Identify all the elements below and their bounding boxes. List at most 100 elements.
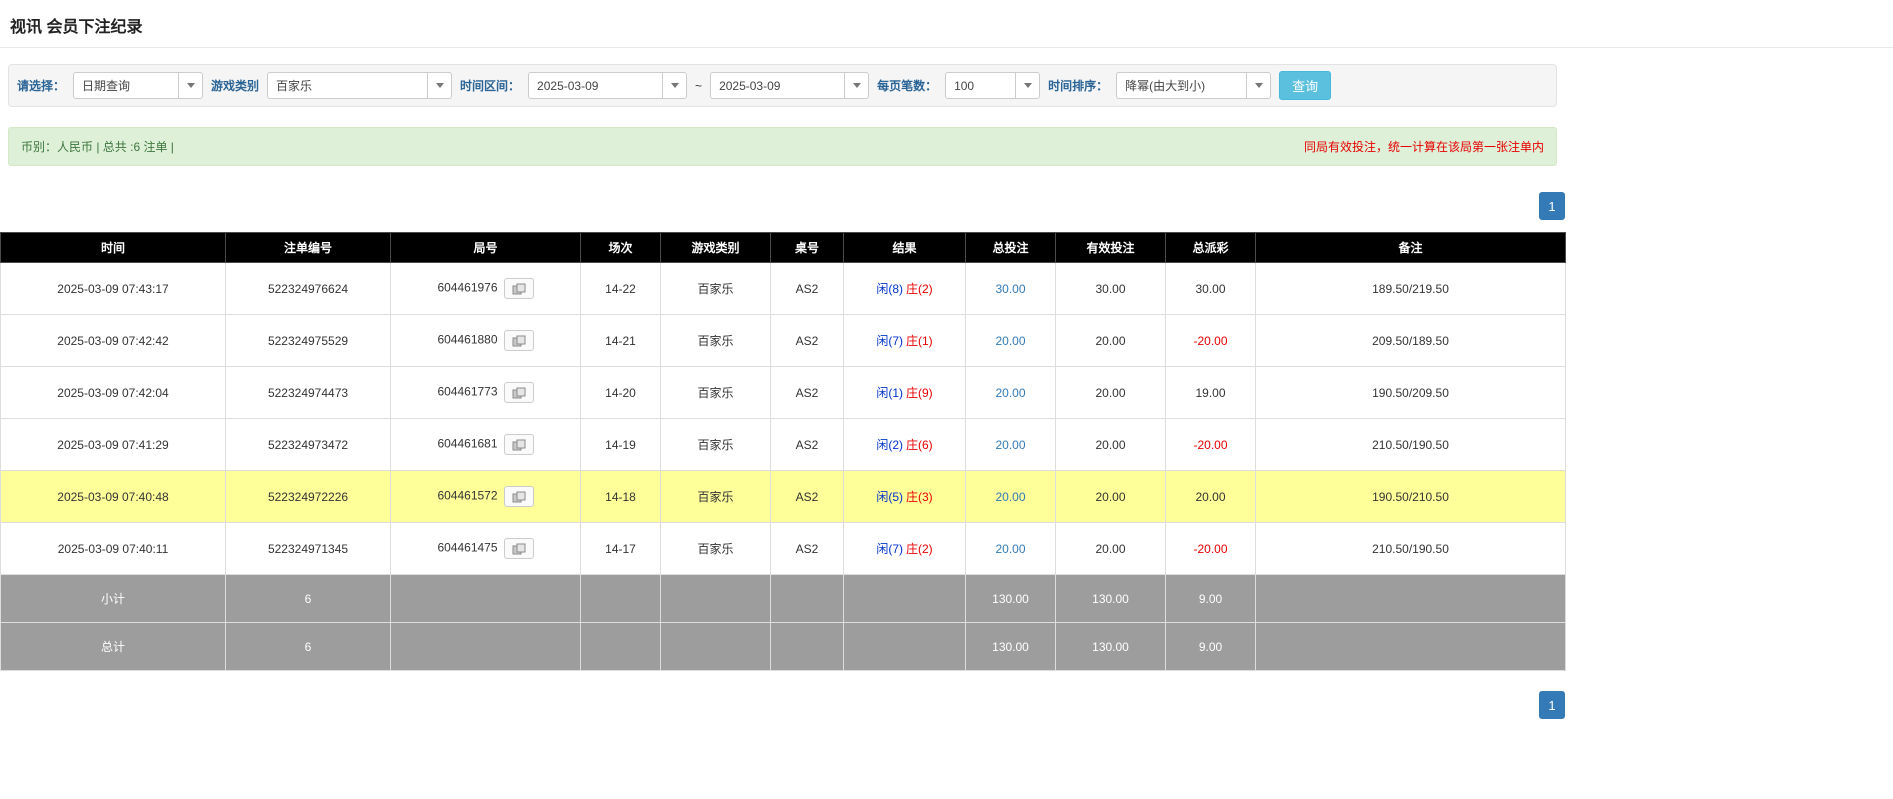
result-banker: 庄(1): [906, 334, 933, 348]
cell-note: 210.50/190.50: [1255, 522, 1566, 575]
cell-payout: 30.00: [1165, 262, 1256, 315]
result-banker: 庄(9): [906, 386, 933, 400]
cards-icon: [512, 283, 526, 294]
cell-game: 百家乐: [660, 418, 771, 471]
select-mode-label: 请选择：: [17, 79, 66, 93]
cell-result: 闲(8) 庄(2): [843, 262, 966, 315]
cell-table-no: AS2: [770, 470, 844, 523]
total-bet-link[interactable]: 20.00: [995, 542, 1025, 556]
subtotal-count: 6: [225, 574, 391, 623]
dropdown-caret[interactable]: [844, 72, 870, 99]
cell-session: 14-20: [580, 366, 661, 419]
date-mode-value[interactable]: 日期查询: [73, 72, 179, 99]
cell-valid-bet: 20.00: [1055, 522, 1166, 575]
date-mode-select[interactable]: 日期查询: [73, 72, 204, 99]
dropdown-caret[interactable]: [1015, 72, 1041, 99]
cell-valid-bet: 30.00: [1055, 262, 1166, 315]
col-table-no: 桌号: [770, 232, 844, 263]
per-page-value[interactable]: 100: [945, 72, 1016, 99]
date-from-select[interactable]: 2025-03-09: [528, 72, 688, 99]
page-1-button[interactable]: 1: [1539, 691, 1565, 719]
round-video-button[interactable]: [503, 486, 534, 507]
empty-cell: [1255, 622, 1566, 671]
table-row: 2025-03-09 07:43:17 522324976624 6044619…: [0, 262, 1566, 315]
table-row: 2025-03-09 07:40:11 522324971345 6044614…: [0, 522, 1566, 575]
table-row: 2025-03-09 07:42:04 522324974473 6044617…: [0, 366, 1566, 419]
empty-cell: [390, 622, 581, 671]
round-id: 604461475: [437, 540, 498, 555]
dropdown-caret[interactable]: [178, 72, 204, 99]
cell-session: 14-22: [580, 262, 661, 315]
cell-table-no: AS2: [770, 366, 844, 419]
cell-result: 闲(7) 庄(1): [843, 314, 966, 367]
cell-result: 闲(5) 庄(3): [843, 470, 966, 523]
total-bet-link[interactable]: 20.00: [995, 334, 1025, 348]
empty-cell: [660, 574, 771, 623]
cell-table-no: AS2: [770, 262, 844, 315]
round-id: 604461880: [437, 332, 498, 347]
cell-bet-id: 522324971345: [225, 522, 391, 575]
dropdown-caret[interactable]: [662, 72, 688, 99]
col-bet-id: 注单编号: [225, 232, 391, 263]
cell-game: 百家乐: [660, 470, 771, 523]
title-bar: 视讯 会员下注纪录: [0, 0, 1893, 48]
cell-bet-id: 522324973472: [225, 418, 391, 471]
cell-time: 2025-03-09 07:43:17: [0, 262, 226, 315]
table-header-row: 时间 注单编号 局号 场次 游戏类别 桌号 结果 总投注 有效投注 总派彩 备注: [0, 232, 1566, 263]
empty-cell: [843, 574, 966, 623]
cell-result: 闲(7) 庄(2): [843, 522, 966, 575]
search-button[interactable]: 查询: [1279, 71, 1332, 100]
round-video-button[interactable]: [503, 434, 534, 455]
cell-table-no: AS2: [770, 522, 844, 575]
date-range-separator: ~: [695, 78, 703, 93]
page-1-button[interactable]: 1: [1539, 192, 1565, 220]
cards-icon: [512, 439, 526, 450]
chevron-down-icon: [852, 83, 861, 88]
dropdown-caret[interactable]: [427, 72, 453, 99]
chevron-down-icon: [670, 83, 679, 88]
date-to-select[interactable]: 2025-03-09: [710, 72, 870, 99]
total-bet-link[interactable]: 20.00: [995, 490, 1025, 504]
chevron-down-icon: [435, 83, 444, 88]
col-game-type: 游戏类别: [660, 232, 771, 263]
cell-total-bet: 20.00: [965, 314, 1056, 367]
total-bet-link[interactable]: 30.00: [995, 282, 1025, 296]
cell-table-no: AS2: [770, 314, 844, 367]
total-count: 6: [225, 622, 391, 671]
round-video-button[interactable]: [503, 278, 534, 299]
game-type-value[interactable]: 百家乐: [267, 72, 428, 99]
page-title: 视讯 会员下注纪录: [10, 19, 143, 36]
cell-time: 2025-03-09 07:40:11: [0, 522, 226, 575]
round-video-button[interactable]: [503, 382, 534, 403]
round-id: 604461681: [437, 436, 498, 451]
per-page-select[interactable]: 100: [945, 72, 1041, 99]
cell-table-no: AS2: [770, 418, 844, 471]
cell-valid-bet: 20.00: [1055, 366, 1166, 419]
col-note: 备注: [1255, 232, 1566, 263]
game-type-select[interactable]: 百家乐: [267, 72, 453, 99]
date-to-value[interactable]: 2025-03-09: [710, 72, 845, 99]
subtotal-total-bet: 130.00: [965, 574, 1056, 623]
result-player: 闲(7): [876, 542, 903, 556]
total-bet-link[interactable]: 20.00: [995, 386, 1025, 400]
cell-note: 190.50/209.50: [1255, 366, 1566, 419]
round-video-button[interactable]: [503, 538, 534, 559]
date-from-value[interactable]: 2025-03-09: [528, 72, 663, 99]
dropdown-caret[interactable]: [1246, 72, 1272, 99]
round-id: 604461572: [437, 488, 498, 503]
cell-bet-id: 522324975529: [225, 314, 391, 367]
sort-value[interactable]: 降幂(由大到小): [1116, 72, 1247, 99]
sort-select[interactable]: 降幂(由大到小): [1116, 72, 1272, 99]
col-time: 时间: [0, 232, 226, 263]
result-player: 闲(7): [876, 334, 903, 348]
total-label: 总计: [0, 622, 226, 671]
cell-payout: -20.00: [1165, 418, 1256, 471]
chevron-down-icon: [1023, 83, 1032, 88]
table-row: 2025-03-09 07:42:42 522324975529 6044618…: [0, 314, 1566, 367]
cell-round-id: 604461773: [390, 366, 581, 419]
total-bet-link[interactable]: 20.00: [995, 438, 1025, 452]
subtotal-label: 小计: [0, 574, 226, 623]
bet-records-table: 时间 注单编号 局号 场次 游戏类别 桌号 结果 总投注 有效投注 总派彩 备注…: [0, 232, 1566, 671]
cell-time: 2025-03-09 07:42:42: [0, 314, 226, 367]
round-video-button[interactable]: [503, 330, 534, 351]
